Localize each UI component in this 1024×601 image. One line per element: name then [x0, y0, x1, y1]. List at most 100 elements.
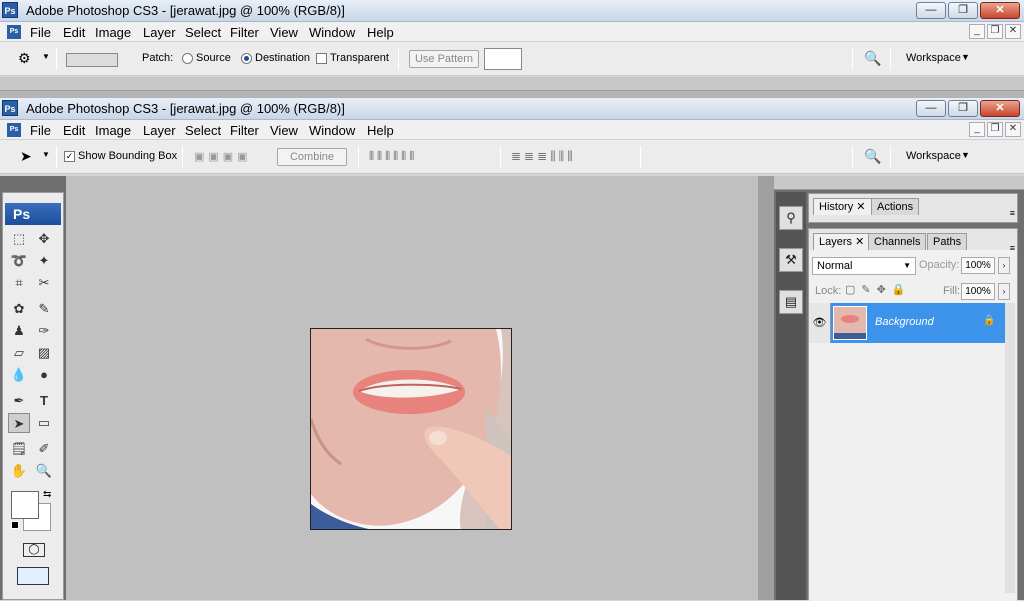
selection-mode-icons[interactable]: [66, 53, 118, 67]
document-icon-2[interactable]: Ps: [7, 123, 21, 137]
menu-edit[interactable]: Edit: [63, 25, 85, 40]
align-icons[interactable]: ⫴⫴⫴⫴⫴⫴: [369, 149, 417, 164]
menu-help[interactable]: Help: [367, 25, 394, 40]
right-dock-strip[interactable]: [774, 176, 1024, 190]
path-selection-tool-button[interactable]: ➤: [8, 413, 30, 433]
menu-edit-2[interactable]: Edit: [63, 123, 85, 138]
move-tool-icon[interactable]: ✥: [33, 229, 55, 249]
path-area-icons[interactable]: ▣▣▣▣: [194, 150, 266, 164]
bridge-icon[interactable]: 🔍: [864, 50, 881, 67]
opacity-input[interactable]: 100%: [961, 257, 995, 274]
minimize-button-2[interactable]: —: [916, 100, 946, 117]
fill-input[interactable]: 100%: [961, 283, 995, 300]
tab-history[interactable]: History ✕: [813, 198, 872, 215]
menu-filter[interactable]: Filter: [230, 25, 259, 40]
layer-visibility-eye-icon[interactable]: 👁: [809, 303, 831, 343]
tool-preset-dropdown-icon[interactable]: ▼: [42, 52, 50, 61]
doc-close-button[interactable]: ✕: [1005, 24, 1021, 39]
doc-restore-button-2[interactable]: ❐: [987, 122, 1003, 137]
tab-channels[interactable]: Channels: [868, 233, 927, 250]
combine-button[interactable]: Combine: [277, 148, 347, 166]
rectangle-tool-icon[interactable]: ▭: [33, 413, 55, 433]
distribute-icons[interactable]: ≣≣≣⫼⫼⫼: [511, 149, 576, 164]
menu-layer-2[interactable]: Layer: [143, 123, 176, 138]
lock-icons[interactable]: ▢✎✥🔒: [845, 283, 912, 296]
document-icon[interactable]: Ps: [7, 25, 21, 39]
restore-button-1[interactable]: ❐: [948, 2, 978, 19]
pen-tool-icon[interactable]: ✒: [8, 391, 30, 411]
bridge-icon-2[interactable]: 🔍: [864, 148, 881, 165]
fill-slider-icon[interactable]: ›: [998, 283, 1010, 300]
tab-actions[interactable]: Actions: [871, 198, 920, 215]
magic-wand-tool-icon[interactable]: ✦: [33, 251, 55, 271]
path-selection-tool-icon[interactable]: ➤: [20, 148, 32, 165]
hand-tool-icon[interactable]: ✋: [8, 461, 30, 481]
marquee-tool-icon[interactable]: ⬚: [8, 229, 30, 249]
menu-window[interactable]: Window: [309, 25, 355, 40]
zoom-tool-icon[interactable]: 🔍: [33, 461, 55, 481]
brush-tool-icon[interactable]: ✎: [33, 299, 55, 319]
workspace-menu-2[interactable]: Workspace: [906, 150, 961, 162]
show-bounding-box-checkbox[interactable]: ✓ Show Bounding Box: [64, 150, 177, 162]
menu-select[interactable]: Select: [185, 25, 221, 40]
navigator-panel-icon[interactable]: ⚲: [779, 206, 803, 230]
menu-file-2[interactable]: File: [30, 123, 51, 138]
workspace-dropdown-icon-1[interactable]: ▼: [961, 52, 970, 62]
screen-mode-icon[interactable]: [17, 567, 49, 585]
patch-tool-icon[interactable]: ⚙: [18, 50, 31, 67]
close-button-1[interactable]: ✕: [980, 2, 1020, 19]
close-button-2[interactable]: ✕: [980, 100, 1020, 117]
canvas-scroll-gutter[interactable]: [758, 176, 774, 600]
blur-tool-icon[interactable]: 💧: [8, 365, 30, 385]
notes-tool-icon[interactable]: 🗒: [8, 439, 30, 459]
menu-layer[interactable]: Layer: [143, 25, 176, 40]
menu-image[interactable]: Image: [95, 25, 131, 40]
gradient-tool-icon[interactable]: ▨: [33, 343, 55, 363]
quick-mask-icon[interactable]: ◯: [23, 543, 45, 557]
transparent-checkbox[interactable]: Transparent: [316, 52, 389, 64]
layer-comps-panel-icon[interactable]: ▤: [779, 290, 803, 314]
eyedropper-tool-icon[interactable]: ✐: [33, 439, 55, 459]
doc-minimize-button[interactable]: _: [969, 24, 985, 39]
tab-paths[interactable]: Paths: [927, 233, 968, 250]
lasso-tool-icon[interactable]: ➰: [8, 251, 30, 271]
source-radio[interactable]: Source: [182, 52, 231, 64]
doc-restore-button[interactable]: ❐: [987, 24, 1003, 39]
default-colors-icon[interactable]: [11, 521, 19, 529]
menu-select-2[interactable]: Select: [185, 123, 221, 138]
crop-tool-icon[interactable]: ⌗: [8, 273, 30, 293]
menu-view-2[interactable]: View: [270, 123, 298, 138]
dodge-tool-icon[interactable]: ●: [33, 365, 55, 385]
workspace-dropdown-icon-2[interactable]: ▼: [961, 150, 970, 160]
restore-button-2[interactable]: ❐: [948, 100, 978, 117]
menu-image-2[interactable]: Image: [95, 123, 131, 138]
workspace-menu-1[interactable]: Workspace: [906, 52, 961, 64]
tool-presets-panel-icon[interactable]: ⚒: [779, 248, 803, 272]
swap-colors-icon[interactable]: ⇆: [43, 489, 51, 500]
doc-close-button-2[interactable]: ✕: [1005, 122, 1021, 137]
slice-tool-icon[interactable]: ✂: [33, 273, 55, 293]
menu-filter-2[interactable]: Filter: [230, 123, 259, 138]
document-image[interactable]: [310, 328, 512, 530]
foreground-color-swatch[interactable]: [11, 491, 39, 519]
eraser-tool-icon[interactable]: ▱: [8, 343, 30, 363]
history-panel-menu-icon[interactable]: ≡: [1010, 208, 1015, 218]
destination-radio[interactable]: Destination: [241, 52, 310, 64]
blend-mode-select[interactable]: Normal ▼: [812, 257, 916, 275]
menu-window-2[interactable]: Window: [309, 123, 355, 138]
menu-file[interactable]: File: [30, 25, 51, 40]
minimize-button-1[interactable]: —: [916, 2, 946, 19]
use-pattern-button[interactable]: Use Pattern: [409, 50, 479, 68]
type-tool-icon[interactable]: T: [33, 391, 55, 411]
doc-minimize-button-2[interactable]: _: [969, 122, 985, 137]
tool-preset-dropdown-icon-2[interactable]: ▼: [42, 150, 50, 159]
healing-brush-tool-icon[interactable]: ✿: [8, 299, 30, 319]
history-brush-tool-icon[interactable]: ✑: [33, 321, 55, 341]
layer-row-background[interactable]: 👁 Background 🔒: [809, 303, 1005, 343]
menu-help-2[interactable]: Help: [367, 123, 394, 138]
layers-scrollbar[interactable]: [1005, 303, 1015, 593]
pattern-picker[interactable]: [484, 48, 522, 70]
clone-stamp-tool-icon[interactable]: ♟: [8, 321, 30, 341]
opacity-slider-icon[interactable]: ›: [998, 257, 1010, 274]
tab-layers[interactable]: Layers ✕: [813, 233, 871, 250]
